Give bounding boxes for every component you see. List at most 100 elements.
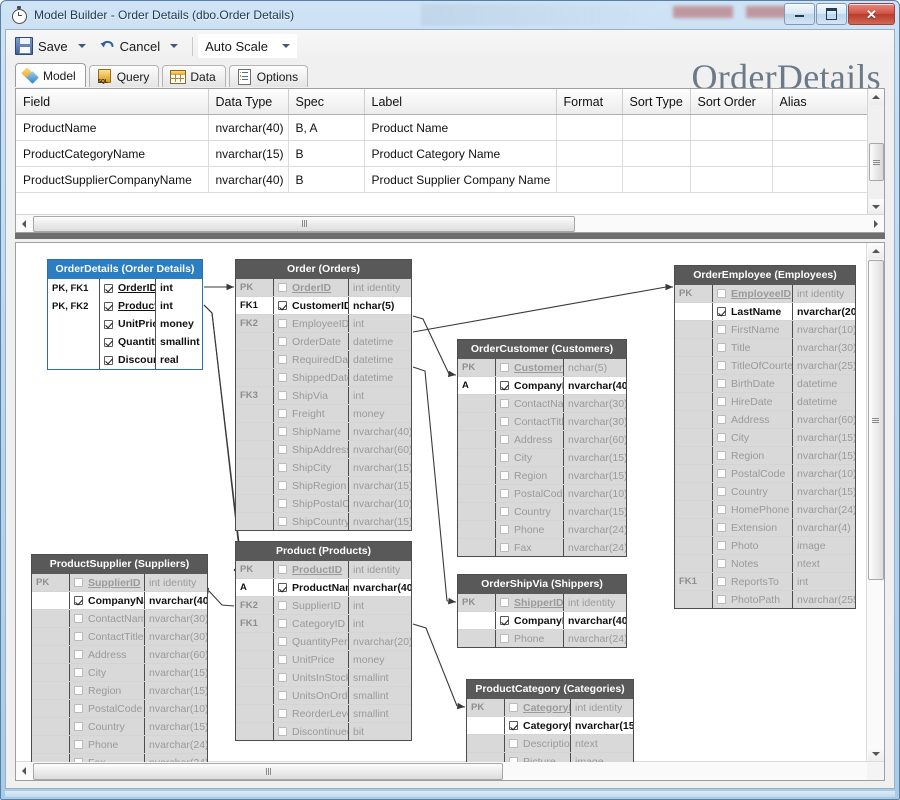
entity-field-row[interactable]: Freight money	[236, 405, 411, 423]
field-checkbox[interactable]	[278, 499, 287, 508]
field-checkbox[interactable]	[278, 427, 287, 436]
entity-field-row[interactable]: ShipAddress nvarchar(60)	[236, 441, 411, 459]
field-checkbox[interactable]	[278, 655, 287, 664]
entity-field-row[interactable]: Phone nvarchar(24)	[32, 736, 207, 754]
entity-field-row[interactable]: LastName nvarchar(20)	[675, 303, 855, 321]
field-checkbox[interactable]	[278, 481, 287, 490]
entity-field-row[interactable]: FK1 ReportsTo int	[675, 573, 855, 591]
entity-field-row[interactable]: Phone nvarchar(24)	[458, 630, 626, 647]
entity-field-row[interactable]: Fax nvarchar(24)	[458, 539, 626, 556]
entity-field-row[interactable]: UnitPricemoney	[236, 651, 411, 669]
tab-model[interactable]: Model	[15, 63, 86, 87]
cell-spec[interactable]: B, A	[288, 114, 365, 141]
field-checkbox[interactable]	[278, 445, 287, 454]
entity-field-row[interactable]: FK3 ShipVia int	[236, 387, 411, 405]
entity-field-row[interactable]: Country nvarchar(15)	[32, 718, 207, 736]
field-checkbox[interactable]	[717, 505, 726, 514]
entity-field-row[interactable]: CompanyNamenvarchar(40)	[32, 592, 207, 610]
cell-format[interactable]	[556, 166, 623, 193]
entity-field-row[interactable]: Phone nvarchar(24)	[458, 521, 626, 539]
scroll-up-button[interactable]	[867, 243, 884, 259]
scroll-right-button[interactable]	[868, 216, 884, 232]
title-bar[interactable]: Model Builder - Order Details (dbo.Order…	[1, 1, 900, 29]
entity-field-row[interactable]: UnitPricemoney	[48, 315, 202, 333]
cell-sort-type[interactable]	[622, 166, 691, 193]
entity-orderemployee[interactable]: OrderEmployee (Employees) PK EmployeeID int…	[674, 265, 856, 609]
field-checkbox[interactable]	[104, 337, 113, 347]
cell-sort-type[interactable]	[622, 114, 691, 141]
entity-field-row[interactable]: Address nvarchar(60)	[458, 431, 626, 449]
field-checkbox[interactable]	[509, 739, 518, 748]
field-checkbox[interactable]	[278, 283, 287, 292]
cancel-dropdown-button[interactable]	[164, 33, 186, 59]
save-dropdown-button[interactable]	[72, 33, 94, 59]
field-checkbox[interactable]	[278, 727, 287, 736]
field-checkbox[interactable]	[717, 289, 726, 298]
cell-sort-type[interactable]	[622, 140, 691, 167]
field-checkbox[interactable]	[278, 391, 287, 400]
entity-field-row[interactable]: Notes ntext	[675, 555, 855, 573]
entity-field-row[interactable]: ShippedDate datetime	[236, 369, 411, 387]
cell-label[interactable]: Product Name	[364, 114, 557, 141]
entity-field-row[interactable]: Extension nvarchar(4)	[675, 519, 855, 537]
panel-splitter[interactable]	[15, 233, 885, 239]
field-checkbox[interactable]	[500, 399, 509, 408]
field-checkbox[interactable]	[717, 415, 726, 424]
entity-field-row[interactable]: HireDate datetime	[675, 393, 855, 411]
field-checkbox[interactable]	[717, 307, 726, 316]
cell-alias[interactable]	[772, 140, 872, 167]
entity-field-row[interactable]: Discontinued bit	[236, 723, 411, 740]
field-checkbox[interactable]	[278, 463, 287, 472]
field-checkbox[interactable]	[717, 433, 726, 442]
entity-field-row[interactable]: City nvarchar(15)	[32, 664, 207, 682]
entity-field-row[interactable]: FK1 CategoryID int	[236, 615, 411, 633]
field-checkbox[interactable]	[717, 469, 726, 478]
field-checkbox[interactable]	[500, 525, 509, 534]
column-header-spec[interactable]: Spec	[288, 89, 365, 115]
table-row[interactable]: ProductCategoryName nvarchar(15) B Produ…	[16, 140, 872, 167]
entity-field-row[interactable]: TitleOfCourtesynvarchar(25)	[675, 357, 855, 375]
table-row[interactable]: ProductName nvarchar(40) B, A Product Na…	[16, 114, 872, 141]
field-checkbox[interactable]	[278, 301, 287, 310]
field-checkbox[interactable]	[74, 758, 83, 762]
field-grid-horizontal-scrollbar[interactable]	[16, 214, 884, 232]
entity-field-row[interactable]: Region nvarchar(15)	[458, 467, 626, 485]
field-checkbox[interactable]	[500, 435, 509, 444]
field-checkbox[interactable]	[278, 409, 287, 418]
entity-field-row[interactable]: PhotoPath nvarchar(255)	[675, 591, 855, 608]
field-checkbox[interactable]	[278, 565, 287, 574]
entity-field-row[interactable]: HomePhone nvarchar(24)	[675, 501, 855, 519]
field-checkbox[interactable]	[717, 523, 726, 532]
entity-field-row[interactable]: A CompanyNamenvarchar(40)	[458, 377, 626, 395]
field-checkbox[interactable]	[717, 343, 726, 352]
minimize-button[interactable]	[784, 3, 815, 25]
field-checkbox[interactable]	[278, 619, 287, 628]
field-checkbox[interactable]	[104, 319, 113, 329]
column-header-data-type[interactable]: Data Type	[208, 89, 289, 115]
cell-sort-order[interactable]	[690, 114, 773, 141]
field-checkbox[interactable]	[74, 596, 83, 605]
save-button[interactable]: Save	[10, 33, 72, 59]
entity-field-row[interactable]: PK, FK2 ProductIDint	[48, 297, 202, 315]
entity-field-row[interactable]: ShipCity nvarchar(15)	[236, 459, 411, 477]
field-checkbox[interactable]	[500, 543, 509, 552]
field-checkbox[interactable]	[717, 487, 726, 496]
field-checkbox[interactable]	[278, 319, 287, 328]
entity-field-row[interactable]: PK ShipperID int identity	[458, 594, 626, 612]
tab-data[interactable]: Data	[162, 65, 226, 87]
entity-field-row[interactable]: PK CategoryIDint identity	[467, 699, 633, 717]
field-checkbox[interactable]	[717, 361, 726, 370]
column-header-sort-order[interactable]: Sort Order	[690, 89, 773, 115]
entity-field-row[interactable]: PK ProductID int identity	[236, 561, 411, 579]
column-header-field[interactable]: Field	[16, 89, 209, 115]
cell-alias[interactable]	[772, 114, 872, 141]
field-checkbox[interactable]	[509, 703, 518, 712]
field-checkbox[interactable]	[74, 632, 83, 641]
field-checkbox[interactable]	[278, 355, 287, 364]
entity-field-row[interactable]: FirstName nvarchar(10)	[675, 321, 855, 339]
entity-field-row[interactable]: City nvarchar(15)	[458, 449, 626, 467]
column-header-alias[interactable]: Alias	[772, 89, 872, 115]
entity-field-row[interactable]: Title nvarchar(30)	[675, 339, 855, 357]
field-checkbox[interactable]	[104, 283, 113, 293]
entity-field-row[interactable]: ContactNamenvarchar(30)	[32, 610, 207, 628]
